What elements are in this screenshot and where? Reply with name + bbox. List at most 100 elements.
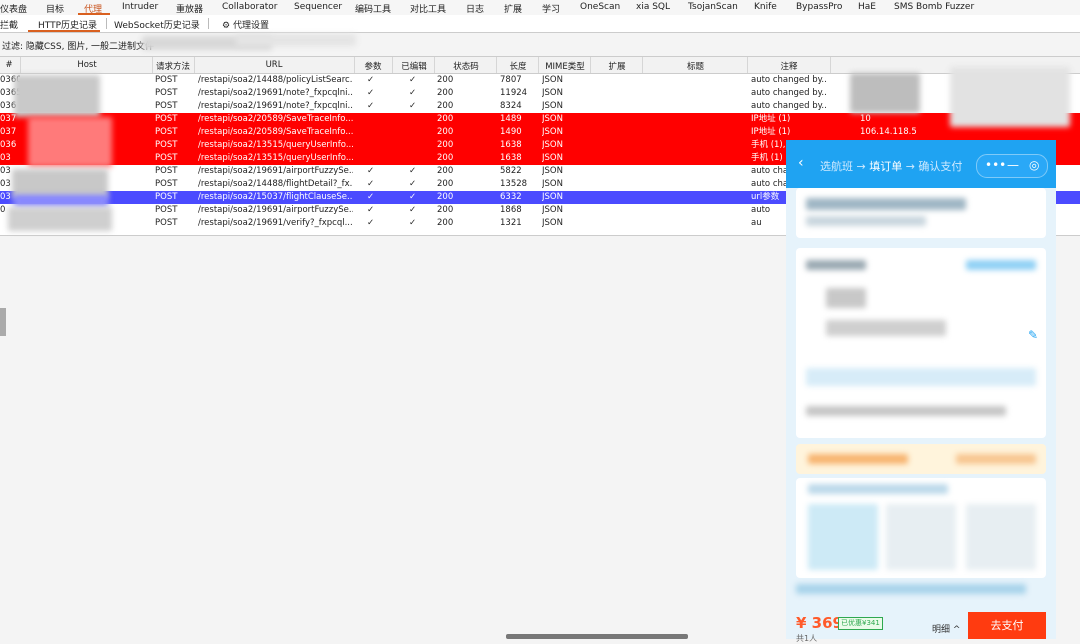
row-params: ✓: [367, 101, 375, 111]
splitter-handle[interactable]: [0, 308, 6, 336]
row-params: ✓: [367, 75, 375, 85]
row-mime: JSON: [542, 114, 563, 124]
redacted-text: [808, 454, 908, 464]
column-header-mime[interactable]: MIME类型: [539, 60, 591, 72]
row-method: POST: [155, 127, 178, 137]
price-detail-toggle[interactable]: 明细 ^: [932, 622, 960, 635]
column-header-params[interactable]: 参数: [355, 60, 391, 72]
row-edited: ✓: [409, 179, 417, 189]
menu-logger[interactable]: 日志: [466, 2, 484, 15]
row-status: 200: [437, 205, 454, 215]
column-header-comment[interactable]: 注释: [748, 60, 830, 72]
row-length: 13528: [500, 179, 528, 189]
menu-repeater[interactable]: 重放器: [176, 2, 203, 15]
row-method: POST: [155, 114, 178, 124]
column-header-number[interactable]: #: [0, 60, 18, 70]
redacted-filter-area: [236, 34, 356, 46]
proxy-settings-button[interactable]: ⚙ 代理设置: [222, 18, 269, 31]
menu-sequencer[interactable]: Sequencer: [294, 2, 342, 12]
row-url: /restapi/soa2/15037/flightClauseSe...: [198, 192, 353, 202]
row-method: POST: [155, 179, 178, 189]
row-length: 1868: [500, 205, 522, 215]
menu-collaborator[interactable]: Collaborator: [222, 2, 277, 12]
row-url: /restapi/soa2/20589/SaveTraceInfo...: [198, 114, 353, 124]
proxy-subtabs: 拦截 HTTP历史记录 WebSocket历史记录 ⚙ 代理设置: [0, 15, 1080, 33]
row-status: 200: [437, 75, 454, 85]
row-mime: JSON: [542, 75, 563, 85]
redacted-text: [806, 216, 926, 226]
pay-button[interactable]: 去支付: [968, 612, 1046, 639]
row-comment: auto changed by..: [751, 75, 827, 85]
column-header-title[interactable]: 标题: [643, 60, 748, 72]
step-fill-order: 填订单: [869, 160, 903, 173]
row-method: POST: [155, 75, 178, 85]
edit-icon[interactable]: ✎: [1028, 328, 1038, 342]
row-mime: JSON: [542, 127, 563, 137]
column-header-url[interactable]: URL: [195, 60, 353, 70]
row-comment: auto changed by..: [751, 101, 827, 111]
gear-icon: ⚙: [222, 21, 233, 31]
redacted-text: [806, 198, 966, 210]
column-header-method[interactable]: 请求方法: [152, 60, 194, 72]
filter-label: 过滤: 隐藏CSS, 图片, 一般二进制文件: [2, 42, 155, 52]
redacted-text: [826, 288, 866, 308]
table-row[interactable]: 037 POST/restapi/soa2/20589/SaveTraceInfo…: [0, 113, 1080, 126]
redacted-option: [966, 504, 1036, 570]
table-row[interactable]: 037 POST/restapi/soa2/20589/SaveTraceInfo…: [0, 126, 1080, 139]
row-number: 03: [0, 153, 11, 163]
column-header-extension[interactable]: 扩展: [591, 60, 643, 72]
menu-decoder[interactable]: 编码工具: [355, 2, 391, 15]
menu-onescan[interactable]: OneScan: [580, 2, 620, 12]
menu-learn[interactable]: 学习: [542, 2, 560, 15]
menu-knife[interactable]: Knife: [754, 2, 777, 12]
column-header-host[interactable]: Host: [22, 60, 152, 70]
row-url: /restapi/soa2/19691/airportFuzzySe...: [198, 166, 353, 176]
row-status: 200: [437, 101, 454, 111]
menu-comparer[interactable]: 对比工具: [410, 2, 446, 15]
redacted-text: [806, 260, 866, 270]
row-params: ✓: [367, 218, 375, 228]
insurance-options-card[interactable]: [796, 478, 1046, 578]
menu-intruder[interactable]: Intruder: [122, 2, 158, 12]
menu-target[interactable]: 目标: [46, 2, 64, 15]
menu-dashboard[interactable]: 仪表盘: [0, 2, 27, 15]
row-mime: JSON: [542, 140, 563, 150]
menu-sms-bomb-fuzzer[interactable]: SMS Bomb Fuzzer: [894, 2, 974, 12]
tab-intercept[interactable]: 拦截: [0, 18, 18, 31]
chevron-left-icon[interactable]: ‹: [798, 155, 804, 171]
redacted-text: [956, 454, 1036, 464]
row-url: /restapi/soa2/13515/queryUserInfo...: [198, 140, 353, 150]
more-icon[interactable]: •••: [985, 158, 1006, 172]
filter-bar[interactable]: 过滤: 隐藏CSS, 图片, 一般二进制文件: [0, 33, 1080, 55]
menu-hae[interactable]: HaE: [858, 2, 876, 12]
row-edited: ✓: [409, 166, 417, 176]
row-status: 200: [437, 218, 454, 228]
tab-websocket-history[interactable]: WebSocket历史记录: [114, 18, 200, 31]
promo-banner[interactable]: [796, 444, 1046, 474]
flight-info-card[interactable]: [796, 188, 1046, 238]
column-header-status[interactable]: 状态码: [435, 60, 497, 72]
phone-header: ‹ 选航班 → 填订单 → 确认支付 ••• — ◎: [786, 140, 1056, 188]
menu-bypasspro[interactable]: BypassPro: [796, 2, 842, 12]
row-method: POST: [155, 140, 178, 150]
horizontal-scrollbar[interactable]: [506, 634, 688, 639]
column-header-length[interactable]: 长度: [497, 60, 539, 72]
row-edited: ✓: [409, 88, 417, 98]
row-method: POST: [155, 153, 178, 163]
proxy-settings-label: 代理设置: [232, 21, 269, 31]
menu-extensions[interactable]: 扩展: [504, 2, 522, 15]
row-comment: IP地址 (1): [751, 114, 791, 124]
row-comment: IP地址 (1): [751, 127, 791, 137]
row-length: 8324: [500, 101, 522, 111]
mobile-booking-preview: ‹ 选航班 → 填订单 → 确认支付 ••• — ◎ ✎ ¥ 369 已优惠¥3…: [786, 140, 1056, 643]
row-params: ✓: [367, 179, 375, 189]
close-icon[interactable]: ◎: [1029, 158, 1039, 172]
row-edited: ✓: [409, 101, 417, 111]
minimize-icon[interactable]: —: [1007, 158, 1019, 172]
menu-tsojanscan[interactable]: TsojanScan: [688, 2, 738, 12]
column-header-edited[interactable]: 已编辑: [393, 60, 435, 72]
menu-xia-sql[interactable]: xia SQL: [636, 2, 670, 12]
redacted-right-area: [950, 67, 1070, 127]
row-url: /restapi/soa2/19691/airportFuzzySe...: [198, 205, 353, 215]
redacted-right-area: [850, 73, 920, 113]
